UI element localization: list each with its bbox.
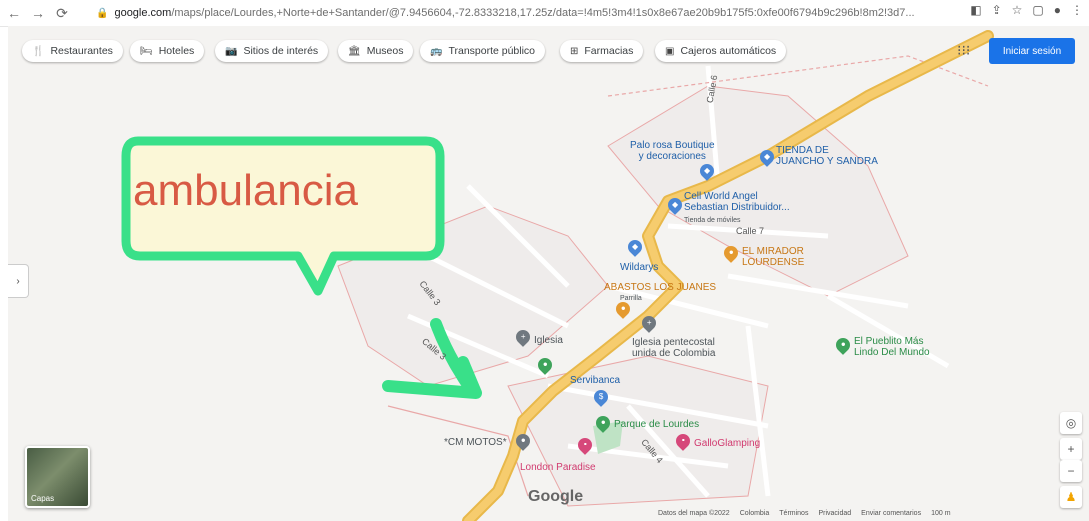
place-servibanca[interactable]: Servibanca [570, 375, 620, 386]
profile-icon[interactable]: ● [1054, 3, 1061, 17]
back-icon[interactable]: ← [4, 3, 24, 23]
place-label: El Pueblito Más Lindo Del Mundo [854, 336, 930, 358]
chip-label: Farmacias [584, 45, 634, 57]
chip-label: Transporte público [448, 45, 536, 57]
browser-actions: ◧ ⇪ ☆ ▢ ● ⋮ [970, 3, 1083, 17]
map-base [121, 30, 994, 521]
place-label: Cell World Angel Sebastian Distribuidor.… [684, 191, 790, 213]
place-label: EL MIRADOR LOURDENSE [742, 246, 805, 268]
extension-icon[interactable]: ◧ [970, 3, 981, 17]
atm-icon: ▣ [665, 45, 675, 57]
museum-icon: 🏛 [348, 45, 361, 57]
pegman-icon[interactable]: ♟ [1060, 486, 1082, 508]
my-location-icon[interactable]: ◎ [1060, 412, 1082, 434]
chip-label: Sitios de interés [243, 45, 319, 57]
footer-terms[interactable]: Términos [779, 510, 808, 517]
footer-country[interactable]: Colombia [740, 510, 770, 517]
zoom-in-button[interactable]: + [1060, 438, 1082, 460]
place-category: Tienda de móviles [684, 217, 741, 224]
annotation-text: ambulancia [133, 166, 359, 215]
apps-icon[interactable]: ⁝⁝⁝ [957, 42, 970, 59]
lock-icon: 🔒 [96, 7, 109, 19]
chip-label: Hoteles [158, 45, 195, 57]
forward-icon[interactable]: → [28, 3, 48, 23]
place-el-pueblito[interactable]: El Pueblito Más Lindo Del Mundo [854, 336, 930, 358]
chip-farmacias[interactable]: ⊞ Farmacias [560, 40, 644, 62]
place-galloglamping[interactable]: GalloGlamping [694, 438, 760, 449]
map-footer: Datos del mapa ©2022 Colombia Términos P… [658, 510, 951, 517]
place-wildarys[interactable]: Wildarys [620, 262, 658, 273]
pharmacy-icon: ⊞ [570, 45, 579, 57]
star-icon[interactable]: ☆ [1012, 3, 1023, 17]
camera-icon: 📷 [225, 45, 238, 57]
sidebar-icon[interactable]: ▢ [1032, 3, 1043, 17]
map-canvas[interactable]: 🍴 Restaurantes 🛏 Hoteles 📷 Sitios de interé… [8, 26, 1089, 521]
chip-restaurantes[interactable]: 🍴 Restaurantes [22, 40, 123, 62]
chip-label: Museos [366, 45, 404, 57]
chip-hoteles[interactable]: 🛏 Hoteles [130, 40, 205, 62]
chip-label: Cajeros automáticos [680, 45, 777, 57]
place-iglesia[interactable]: Iglesia [534, 335, 563, 346]
layers-button[interactable]: Capas [25, 446, 90, 508]
zoom-out-button[interactable]: − [1060, 460, 1082, 482]
place-cm-motos[interactable]: *CM MOTOS* [444, 437, 507, 448]
place-el-mirador[interactable]: EL MIRADOR LOURDENSE [742, 246, 804, 268]
footer-scale[interactable]: 100 m [931, 510, 950, 517]
footer-privacy[interactable]: Privacidad [818, 510, 851, 517]
chip-cajeros[interactable]: ▣ Cajeros automáticos [655, 40, 787, 62]
chip-museos[interactable]: 🏛 Museos [338, 40, 414, 62]
place-iglesia-pentecostal[interactable]: Iglesia pentecostal unida de Colombia [632, 337, 715, 359]
footer-feedback[interactable]: Enviar comentarios [861, 510, 921, 517]
place-parque-lourdes[interactable]: Parque de Lourdes [614, 419, 699, 430]
place-label: Iglesia pentecostal unida de Colombia [632, 337, 716, 359]
signin-button[interactable]: Iniciar sesión [989, 38, 1075, 64]
place-palo-rosa[interactable]: Palo rosa Boutique y decoraciones [630, 140, 715, 162]
address-bar[interactable]: 🔒 google.com /maps/place/Lourdes,+Norte+… [96, 3, 936, 23]
menu-icon[interactable]: ⋮ [1071, 3, 1083, 17]
place-london-paradise[interactable]: London Paradise [520, 462, 596, 473]
place-abastos[interactable]: ABASTOS LOS JUANES [604, 282, 716, 293]
chip-transporte[interactable]: 🚌 Transporte público [420, 40, 546, 62]
fork-knife-icon: 🍴 [32, 45, 45, 57]
place-label: TIENDA DE JUANCHO Y SANDRA [776, 145, 878, 167]
share-icon[interactable]: ⇪ [992, 3, 1002, 17]
bus-icon: 🚌 [430, 45, 443, 57]
street-calle-7: Calle 7 [736, 226, 765, 236]
url-path: /maps/place/Lourdes,+Norte+de+Santander/… [171, 7, 915, 19]
reload-icon[interactable]: ⟳ [52, 3, 72, 23]
place-cell-world[interactable]: Cell World Angel Sebastian Distribuidor.… [684, 191, 790, 213]
expand-panel-button[interactable]: › [8, 264, 29, 298]
footer-data: Datos del mapa ©2022 [658, 510, 730, 517]
url-host: google.com [114, 7, 172, 19]
bed-icon: 🛏 [140, 45, 153, 57]
browser-toolbar: ← → ⟳ 🔒 google.com /maps/place/Lourdes,+… [0, 0, 1089, 27]
layers-label: Capas [31, 494, 55, 503]
place-tienda-juancho[interactable]: TIENDA DE JUANCHO Y SANDRA [776, 145, 878, 167]
google-logo: Google [528, 488, 584, 505]
place-label: Palo rosa Boutique y decoraciones [630, 140, 715, 162]
chip-label: Restaurantes [50, 45, 113, 57]
chip-sitios[interactable]: 📷 Sitios de interés [215, 40, 329, 62]
